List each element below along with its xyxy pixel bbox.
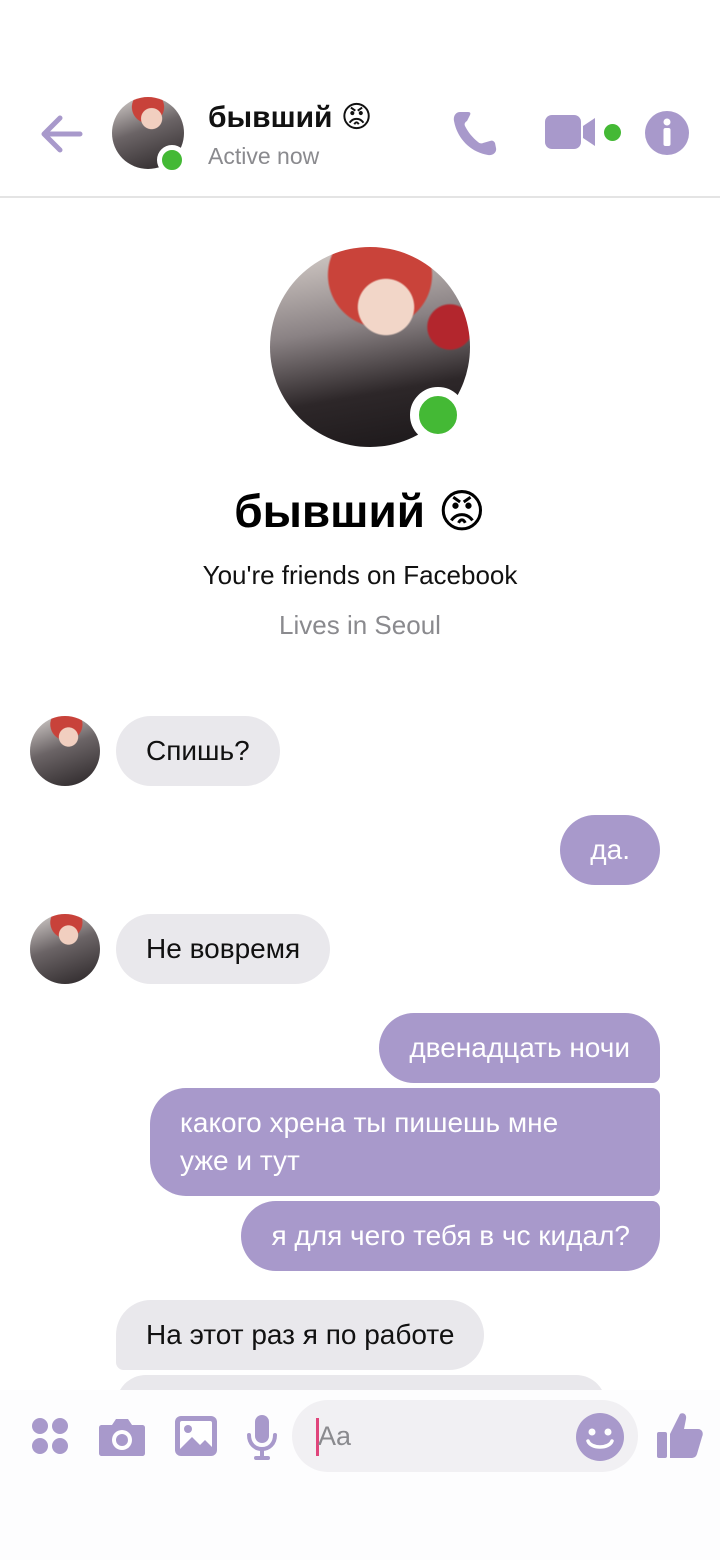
conversation-header: бывший 😡 Active now — [0, 0, 720, 198]
video-camera-icon[interactable] — [543, 112, 599, 152]
contact-name[interactable]: бывший 😡 — [208, 100, 372, 135]
profile-location: Lives in Seoul — [279, 610, 441, 640]
sender-avatar[interactable] — [30, 914, 100, 984]
online-indicator — [157, 145, 187, 175]
message-bubble-sent[interactable]: да. — [560, 815, 660, 885]
message-list: Спишь? да. Не вовремя двенадцать ночи ка… — [0, 700, 720, 1390]
gallery-icon[interactable] — [174, 1415, 218, 1457]
message-bubble-sent[interactable]: я для чего тебя в чс кидал? — [241, 1201, 660, 1271]
profile-name: бывший 😡 — [234, 485, 486, 537]
message-bubble-sent[interactable]: двенадцать ночи — [379, 1013, 660, 1083]
message-bubble-received-partial[interactable] — [116, 1375, 606, 1390]
profile-online-indicator — [410, 387, 466, 443]
info-icon[interactable] — [644, 110, 690, 156]
message-input-placeholder: Aa — [318, 1421, 352, 1451]
message-bubble-received[interactable]: Спишь? — [116, 716, 280, 786]
active-status: Active now — [208, 143, 320, 169]
message-bubble-received[interactable]: Не вовремя — [116, 914, 331, 984]
thumbs-up-icon[interactable] — [656, 1410, 704, 1460]
phone-icon[interactable] — [448, 108, 504, 160]
camera-icon[interactable] — [98, 1415, 146, 1457]
message-bubble-sent[interactable]: какого хрена ты пишешь мне уже и тут — [150, 1088, 660, 1196]
sender-avatar[interactable] — [30, 716, 100, 786]
emoji-icon[interactable] — [575, 1412, 625, 1462]
apps-icon[interactable] — [30, 1416, 70, 1456]
message-line: какого хрена ты пишешь мне — [180, 1107, 559, 1138]
message-line: уже и тут — [180, 1145, 300, 1176]
microphone-icon[interactable] — [246, 1413, 278, 1461]
message-bubble-received[interactable]: На этот раз я по работе — [116, 1300, 485, 1370]
back-arrow-icon[interactable] — [36, 108, 88, 160]
video-active-dot — [604, 124, 621, 141]
friendship-status: You're friends on Facebook — [202, 560, 518, 590]
